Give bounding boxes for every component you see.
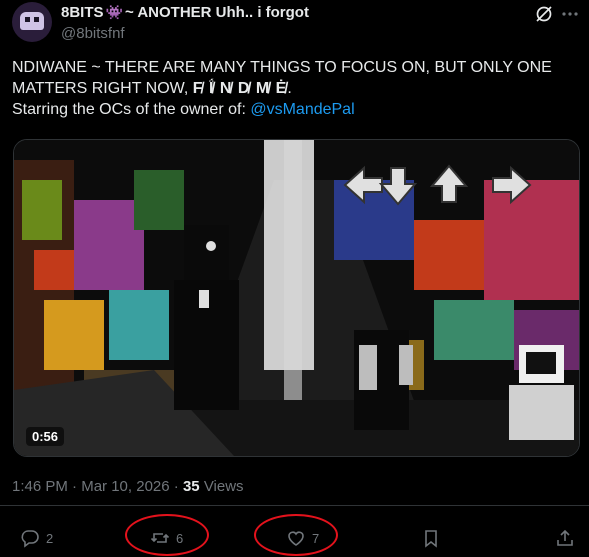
action-bar: 2 6 7 xyxy=(0,514,589,556)
video-duration: 0:56 xyxy=(26,427,65,446)
repost-button[interactable]: 6 xyxy=(150,520,183,556)
repost-count: 6 xyxy=(176,530,184,546)
tweet-line-2-start: MATTERS RIGHT NOW, xyxy=(12,80,189,97)
video-player[interactable]: 0:56 xyxy=(13,139,580,457)
tweet-time[interactable]: 1:46 PM xyxy=(12,478,68,495)
video-frame xyxy=(14,140,579,456)
display-name-prefix: 8BITS xyxy=(61,4,104,21)
views-count: 35 xyxy=(182,478,200,495)
tweet-line-2: MATTERS RIGHT NOW, F̸ Ḯ̸ N̸ D̸ M̸ Ė̸. xyxy=(12,78,577,99)
share-button[interactable] xyxy=(555,520,575,556)
display-name[interactable]: 8BITS 👾 ~ ANOTHER Uhh.. i forgot xyxy=(61,4,309,21)
like-count: 7 xyxy=(312,530,320,546)
meta-separator-2: · xyxy=(169,478,183,495)
tweet-header: 8BITS 👾 ~ ANOTHER Uhh.. i forgot @8bitsfnf xyxy=(12,2,582,48)
avatar-face xyxy=(20,12,44,30)
avatar-eye-left xyxy=(25,17,30,22)
bookmark-button[interactable] xyxy=(421,520,441,556)
reply-icon xyxy=(21,530,39,548)
tweet-line-3: Starring the OCs of the owner of: @vsMan… xyxy=(12,99,577,120)
avatar-eye-right xyxy=(34,17,39,22)
views-label: Views xyxy=(203,478,244,495)
tweet-meta: 1:46 PM · Mar 10, 2026 · 35 Views xyxy=(12,478,244,495)
like-button[interactable]: 7 xyxy=(286,520,319,556)
more-options-icon[interactable] xyxy=(560,4,580,24)
tweet-date[interactable]: Mar 10, 2026 xyxy=(81,478,169,495)
glitch-text: F̸ Ḯ̸ N̸ D̸ M̸ Ė̸ xyxy=(192,80,288,97)
tweet-line-1: NDIWANE ~ THERE ARE MANY THINGS TO FOCUS… xyxy=(12,59,552,76)
reply-button[interactable]: 2 xyxy=(20,520,53,556)
tweet-text: NDIWANE ~ THERE ARE MANY THINGS TO FOCUS… xyxy=(12,57,577,120)
meta-separator: · xyxy=(67,478,82,495)
tweet-line-2-end: . xyxy=(287,80,292,97)
grok-icon[interactable] xyxy=(534,4,554,24)
alien-emoji-icon: 👾 xyxy=(105,4,123,20)
user-handle[interactable]: @8bitsfnf xyxy=(61,25,125,42)
avatar[interactable] xyxy=(12,2,52,42)
share-icon xyxy=(557,529,573,546)
mention-link[interactable]: @vsMandePal xyxy=(250,101,354,118)
tweet-line-3-start: Starring the OCs of the owner of: xyxy=(12,101,246,118)
reply-count: 2 xyxy=(46,530,54,546)
divider xyxy=(0,505,589,506)
display-name-suffix: ~ ANOTHER Uhh.. i forgot xyxy=(124,4,309,21)
repost-icon xyxy=(150,533,170,543)
bookmark-icon xyxy=(425,530,437,548)
heart-icon xyxy=(288,531,304,546)
